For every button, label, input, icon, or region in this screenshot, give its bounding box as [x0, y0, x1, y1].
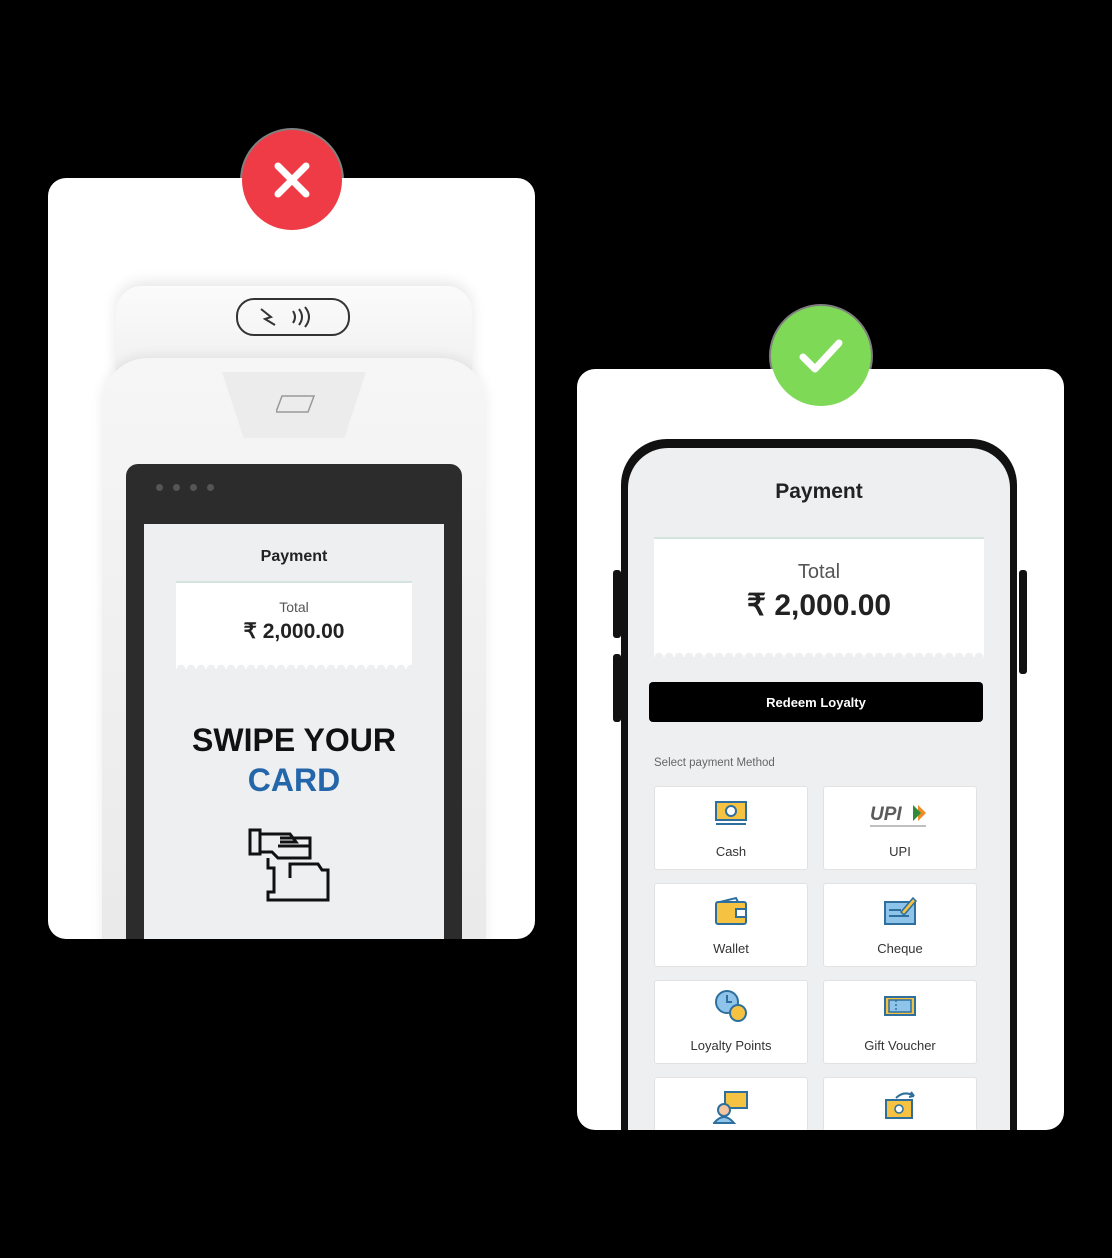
cash-icon — [714, 799, 748, 834]
phone-side-button-left-1 — [613, 570, 621, 638]
pos-payment-screen: Payment Total ₹ 2,000.00 SWIPE YOUR CARD — [144, 524, 444, 939]
method-upi[interactable]: UPI UPI — [823, 786, 977, 870]
phone-frame: Payment Total ₹ 2,000.00 Redeem Loyalty … — [621, 439, 1017, 1130]
pos-terminal-body: Payment Total ₹ 2,000.00 SWIPE YOUR CARD — [102, 358, 486, 939]
swipe-line-1: SWIPE YOUR — [192, 722, 396, 758]
payment-methods-grid: Cash UPI UPI Wallet Cheque Loyalty Point… — [654, 786, 978, 1130]
phone-total-receipt: Total ₹ 2,000.00 — [654, 537, 984, 657]
select-payment-label: Select payment Method — [654, 757, 775, 769]
person-payment-icon — [711, 1090, 749, 1129]
redeem-loyalty-button[interactable]: Redeem Loyalty — [649, 682, 983, 722]
wallet-icon — [714, 896, 748, 931]
checkmark-icon — [799, 339, 843, 373]
pos-terminal-card: Payment Total ₹ 2,000.00 SWIPE YOUR CARD — [48, 178, 535, 939]
method-label: Wallet — [713, 941, 749, 956]
method-cheque[interactable]: Cheque — [823, 883, 977, 967]
method-gift-voucher[interactable]: Gift Voucher — [823, 980, 977, 1064]
pos-total-receipt: Total ₹ 2,000.00 — [176, 581, 412, 669]
card-slot — [222, 372, 366, 438]
method-wallet[interactable]: Wallet — [654, 883, 808, 967]
method-unlabeled-2[interactable] — [823, 1077, 977, 1130]
phone-page-title: Payment — [775, 480, 863, 503]
pos-page-title: Payment — [260, 548, 328, 565]
close-icon — [274, 162, 310, 198]
pos-total-value: ₹ 2,000.00 — [243, 620, 345, 643]
upi-logo-icon: UPI — [868, 803, 932, 836]
camera-dots — [156, 484, 214, 491]
pos-total-label: Total — [279, 599, 309, 615]
contactless-icon — [236, 298, 350, 336]
swipe-line-2: CARD — [247, 762, 341, 798]
phone-side-button-left-2 — [613, 654, 621, 722]
method-unlabeled-1[interactable] — [654, 1077, 808, 1130]
pos-screen: Payment Total ₹ 2,000.00 SWIPE YOUR CARD — [126, 464, 462, 939]
cash-transfer-icon — [882, 1090, 918, 1127]
method-label: Cash — [715, 844, 747, 859]
phone-side-button-right — [1019, 570, 1027, 674]
method-label: Cheque — [877, 941, 923, 956]
phone-card: Payment Total ₹ 2,000.00 Redeem Loyalty … — [577, 369, 1064, 1130]
phone-total-value: ₹ 2,000.00 — [746, 589, 892, 622]
phone-payment-screen: Payment Total ₹ 2,000.00 Redeem Loyalty … — [628, 448, 1010, 1130]
gift-voucher-icon — [883, 993, 917, 1024]
phone-total-label: Total — [797, 561, 841, 583]
method-label: UPI — [889, 844, 911, 859]
method-cash[interactable]: Cash — [654, 786, 808, 870]
swipe-card-prompt: SWIPE YOUR CARD — [144, 720, 444, 800]
method-loyalty-points[interactable]: Loyalty Points — [654, 980, 808, 1064]
svg-text:UPI: UPI — [870, 804, 902, 825]
method-label: Gift Voucher — [864, 1038, 936, 1053]
correct-badge — [771, 306, 871, 406]
cheque-icon — [883, 896, 918, 931]
wrong-badge — [242, 130, 342, 230]
method-label: Loyalty Points — [690, 1038, 772, 1053]
loyalty-points-icon — [713, 989, 749, 1028]
swipe-card-icon — [248, 828, 330, 907]
